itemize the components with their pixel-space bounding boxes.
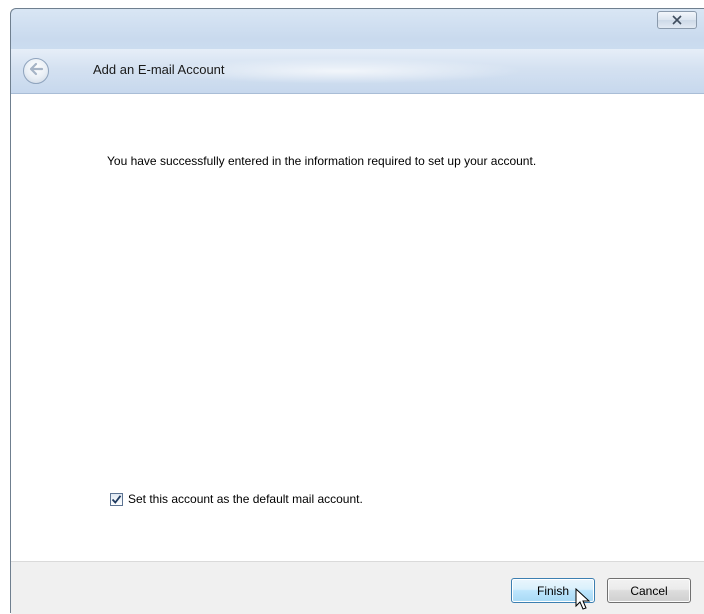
button-bar: Finish Cancel: [11, 561, 704, 614]
cancel-button[interactable]: Cancel: [607, 578, 691, 603]
success-message: You have successfully entered in the inf…: [107, 154, 537, 168]
close-icon: [671, 15, 683, 25]
default-account-checkbox[interactable]: [110, 492, 123, 506]
wizard-content: You have successfully entered in the inf…: [11, 94, 704, 569]
page: Add an E-mail Account You have successfu…: [0, 0, 704, 614]
dialog-title: Add an E-mail Account: [93, 62, 225, 77]
checkmark-icon: [111, 494, 122, 504]
close-button[interactable]: [657, 11, 697, 29]
default-account-label[interactable]: Set this account as the default mail acc…: [128, 492, 363, 506]
finish-button[interactable]: Finish: [511, 578, 595, 603]
dialog-window: Add an E-mail Account You have successfu…: [10, 8, 704, 614]
title-bar: [11, 9, 704, 45]
back-button[interactable]: [23, 58, 49, 84]
back-arrow-icon: [28, 62, 44, 81]
wizard-header: Add an E-mail Account: [11, 49, 704, 94]
default-account-option[interactable]: Set this account as the default mail acc…: [110, 492, 363, 506]
